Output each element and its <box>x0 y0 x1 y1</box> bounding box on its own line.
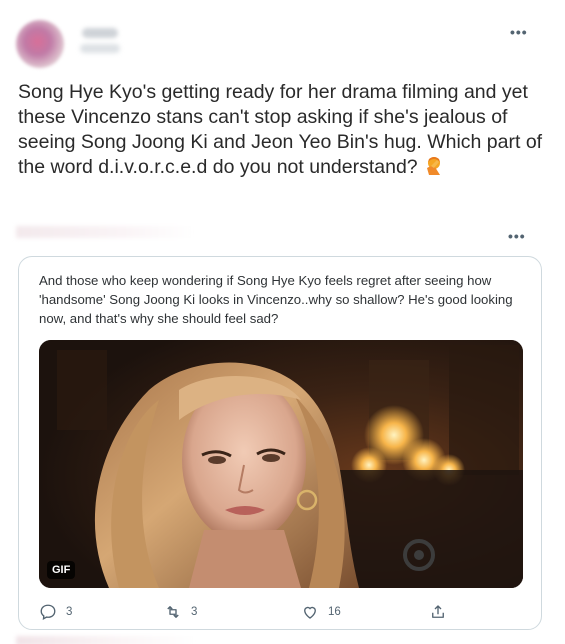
facepalm-emoji <box>427 157 441 175</box>
retweet-count: 3 <box>191 606 198 618</box>
screenshot: ••• Song Hye Kyo's getting ready for her… <box>0 0 565 644</box>
reply-count: 3 <box>66 606 73 618</box>
share-button[interactable] <box>429 601 447 623</box>
tweet-body: Song Hye Kyo's getting ready for her dra… <box>18 81 543 178</box>
more-options-icon[interactable]: ••• <box>508 228 526 244</box>
blurred-handle <box>80 44 120 53</box>
gif-badge: GIF <box>47 561 76 579</box>
share-icon <box>432 605 444 618</box>
tweet-text: Song Hye Kyo's getting ready for her dra… <box>18 80 546 180</box>
more-options-icon[interactable]: ••• <box>510 24 528 40</box>
reply-button[interactable]: 3 <box>39 601 72 623</box>
heart-icon <box>304 606 316 619</box>
retweet-icon <box>167 606 179 618</box>
blurred-divider <box>16 226 194 238</box>
retweet-button[interactable]: 3 <box>164 601 197 623</box>
like-button[interactable]: 16 <box>301 601 341 623</box>
tweet-text: And those who keep wondering if Song Hye… <box>39 273 513 326</box>
gif-media[interactable]: GIF <box>39 340 523 588</box>
blurred-divider <box>16 636 196 644</box>
like-count: 16 <box>328 606 341 618</box>
reply-icon <box>40 604 56 620</box>
avatar[interactable] <box>16 20 64 68</box>
tweet-actions: 3 3 16 <box>19 601 543 623</box>
gif-frame <box>39 340 523 588</box>
embedded-tweet[interactable]: And those who keep wondering if Song Hye… <box>18 256 542 630</box>
tweet: ••• Song Hye Kyo's getting ready for her… <box>0 0 565 238</box>
blurred-username <box>82 28 118 38</box>
